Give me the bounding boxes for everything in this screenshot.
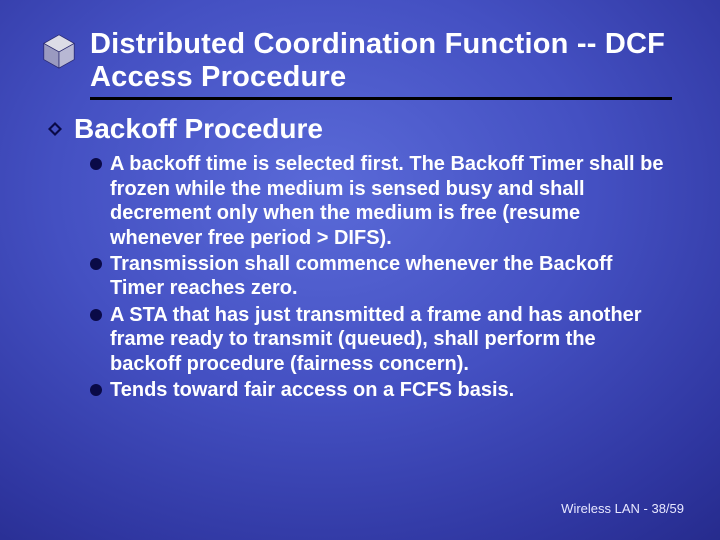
list-item: Tends toward fair access on a FCFS basis… [90, 378, 672, 402]
cube-icon [40, 32, 78, 70]
bullet-list: A backoff time is selected first. The Ba… [46, 152, 672, 402]
content-area: Backoff Procedure A backoff time is sele… [40, 114, 672, 403]
bullet-text: Tends toward fair access on a FCFS basis… [110, 378, 514, 402]
title-block: Distributed Coordination Function -- DCF… [90, 28, 672, 100]
dot-icon [90, 309, 102, 321]
subheading: Backoff Procedure [74, 114, 323, 145]
list-item: Transmission shall commence whenever the… [90, 252, 672, 301]
slide-title: Distributed Coordination Function -- DCF… [90, 28, 672, 95]
diamond-icon [46, 120, 64, 138]
subheading-row: Backoff Procedure [46, 114, 672, 145]
dot-icon [90, 384, 102, 396]
bullet-text: A backoff time is selected first. The Ba… [110, 152, 672, 250]
bullet-text: A STA that has just transmitted a frame … [110, 303, 672, 376]
slide: Distributed Coordination Function -- DCF… [0, 0, 720, 540]
footer-text: Wireless LAN - 38/59 [561, 501, 684, 516]
bullet-text: Transmission shall commence whenever the… [110, 252, 672, 301]
dot-icon [90, 258, 102, 270]
list-item: A backoff time is selected first. The Ba… [90, 152, 672, 250]
title-row: Distributed Coordination Function -- DCF… [40, 28, 672, 100]
list-item: A STA that has just transmitted a frame … [90, 303, 672, 376]
dot-icon [90, 158, 102, 170]
title-underline [90, 97, 672, 100]
